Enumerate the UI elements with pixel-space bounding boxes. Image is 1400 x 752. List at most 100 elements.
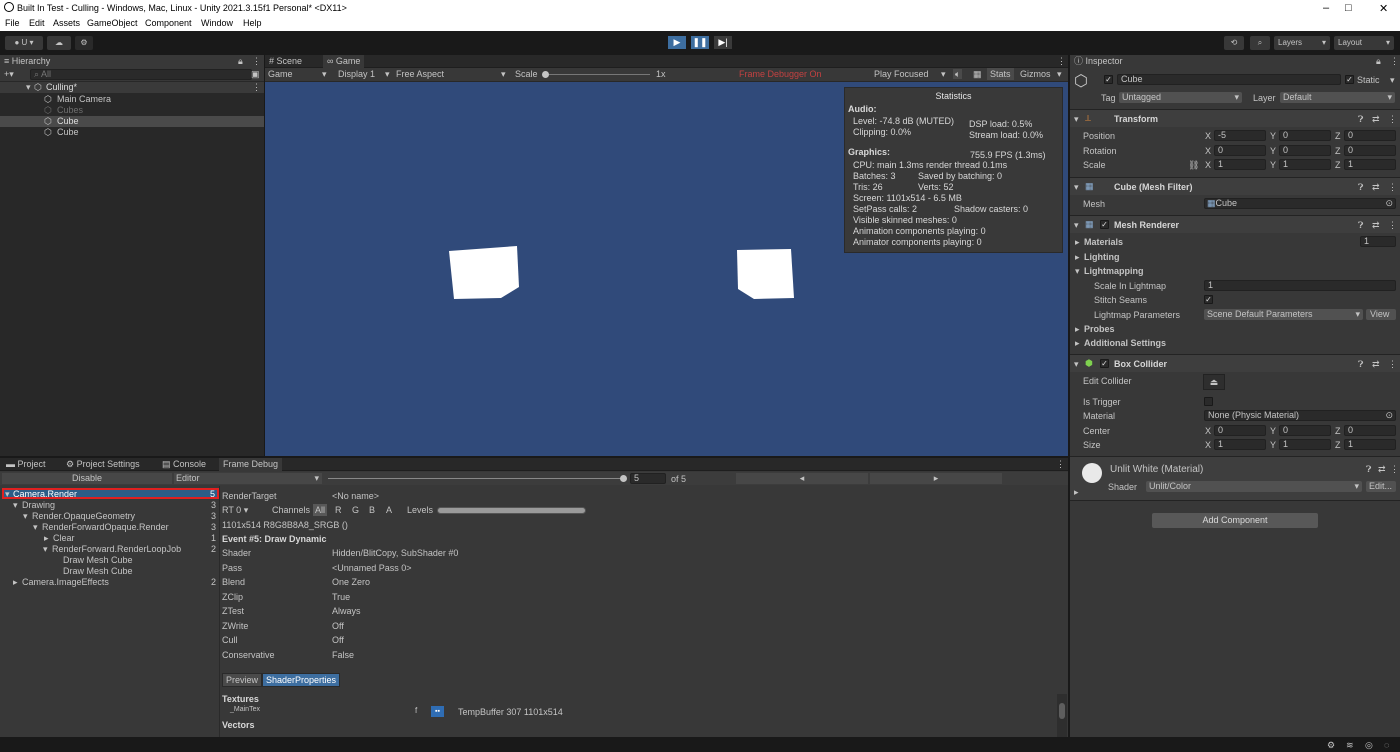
presets-icon[interactable]: ⇄	[1372, 220, 1380, 230]
tree-row[interactable]: ▾ Render.OpaqueGeometry 3	[0, 511, 219, 522]
size-x-field[interactable]: 1	[1214, 439, 1266, 450]
channel-a-button[interactable]: A	[386, 505, 392, 515]
menu-file[interactable]: File	[5, 18, 20, 28]
mesh-field[interactable]: ▦Cube ⊙	[1204, 198, 1396, 209]
tree-row[interactable]: ▾ Drawing 3	[0, 500, 219, 511]
position-y-field[interactable]: 0	[1279, 130, 1331, 141]
help-icon[interactable]: ❓︎	[1358, 114, 1363, 124]
kebab-menu-icon[interactable]: ⋮	[1388, 182, 1397, 192]
scale-in-lightmap-field[interactable]: 1	[1204, 280, 1396, 291]
tab-hierarchy[interactable]: ≡ Hierarchy	[0, 55, 264, 68]
minimize-button[interactable]: –	[1323, 2, 1329, 14]
layer-dropdown[interactable]: Default ▾	[1280, 92, 1395, 103]
lightmapping-foldout[interactable]: Lightmapping	[1084, 266, 1144, 276]
menu-assets[interactable]: Assets	[53, 18, 80, 28]
mesh-filter-header[interactable]: ▾ ▦ Cube (Mesh Filter) ❓︎ ⇄ ⋮	[1070, 177, 1400, 195]
progress-icon[interactable]: ◌	[1384, 740, 1389, 750]
kebab-menu-icon[interactable]: ⋮	[1388, 220, 1397, 230]
kebab-menu-icon[interactable]: ⋮	[1056, 459, 1065, 469]
is-trigger-checkbox[interactable]	[1204, 397, 1213, 406]
hierarchy-item[interactable]: ⬡ Cubes	[0, 105, 264, 116]
step-button[interactable]: ▶|	[714, 36, 732, 49]
scrollbar-thumb[interactable]	[1059, 703, 1065, 719]
history-icon[interactable]: ⟲	[1224, 36, 1244, 50]
active-checkbox[interactable]: ✓	[1104, 75, 1113, 84]
display-dropdown[interactable]: Display 1	[338, 69, 375, 79]
channel-b-button[interactable]: B	[369, 505, 375, 515]
center-x-field[interactable]: 0	[1214, 425, 1266, 436]
scene-header[interactable]: ▾ ⬡ Culling* ⋮	[0, 82, 264, 93]
game-viewport[interactable]: Statistics Audio: Level: -74.8 dB (MUTED…	[265, 82, 1068, 456]
tab-console[interactable]: ▤ Console	[158, 458, 210, 471]
rotation-z-field[interactable]: 0	[1344, 145, 1396, 156]
tree-row-camera-render[interactable]: ▾ Camera.Render 5	[2, 488, 219, 499]
edit-collider-button[interactable]: ⏏	[1203, 374, 1225, 390]
add-component-button[interactable]: Add Component	[1152, 513, 1318, 528]
lock-icon[interactable]: 🔒︎	[238, 56, 243, 66]
tab-inspector[interactable]: ⓘ Inspector	[1070, 55, 1400, 68]
auto-generate-lighting-icon[interactable]: ◎	[1365, 740, 1373, 750]
target-dropdown[interactable]: Editor ▾	[174, 473, 322, 484]
account-button[interactable]: ● U ▾	[5, 36, 43, 50]
next-event-button[interactable]: ▸	[870, 473, 1002, 484]
tree-row[interactable]: ▾ RenderForwardOpaque.Render 3	[0, 522, 219, 533]
lighting-foldout[interactable]: Lighting	[1084, 252, 1120, 262]
view-button[interactable]: View	[1366, 309, 1396, 320]
debug-icon[interactable]: ⚙	[1327, 740, 1335, 750]
menu-window[interactable]: Window	[201, 18, 233, 28]
cache-icon[interactable]: ≋	[1346, 740, 1354, 750]
kebab-menu-icon[interactable]: ⋮	[252, 56, 261, 66]
size-y-field[interactable]: 1	[1279, 439, 1331, 450]
menu-help[interactable]: Help	[243, 18, 262, 28]
disable-button[interactable]: Disable	[2, 473, 172, 484]
scene-visibility-icon[interactable]: ▣	[251, 69, 260, 79]
tree-row[interactable]: ▾ RenderForward.RenderLoopJob 2	[0, 544, 219, 555]
static-checkbox[interactable]: ✓	[1345, 75, 1354, 84]
aspect-dropdown[interactable]: Free Aspect	[396, 69, 444, 79]
display-mode-dropdown[interactable]: Game	[268, 69, 293, 79]
shader-dropdown[interactable]: Unlit/Color ▾	[1146, 481, 1362, 492]
menu-edit[interactable]: Edit	[29, 18, 45, 28]
stitch-seams-checkbox[interactable]: ✓	[1204, 295, 1213, 304]
rotation-y-field[interactable]: 0	[1279, 145, 1331, 156]
hierarchy-item-selected[interactable]: ⬡ Cube	[0, 116, 264, 127]
pause-button[interactable]: ❚❚	[691, 36, 709, 49]
scale-slider-track[interactable]	[544, 74, 650, 75]
collab-icon[interactable]: ⚙	[75, 36, 93, 50]
box-collider-header[interactable]: ▾ ⬢ ✓ Box Collider ❓︎ ⇄ ⋮	[1070, 354, 1400, 372]
tree-row[interactable]: Draw Mesh Cube	[0, 555, 219, 566]
texture-swatch-icon[interactable]: ▪▪	[431, 706, 444, 717]
event-index-field[interactable]: 5	[630, 473, 666, 484]
edit-shader-button[interactable]: Edit...	[1366, 481, 1396, 492]
help-icon[interactable]: ❓︎	[1366, 464, 1371, 474]
center-z-field[interactable]: 0	[1344, 425, 1396, 436]
scale-x-field[interactable]: 1	[1214, 159, 1266, 170]
mesh-renderer-header[interactable]: ▾ ▦ ✓ Mesh Renderer ❓︎ ⇄ ⋮	[1070, 215, 1400, 233]
tab-scene[interactable]: # Scene	[265, 55, 306, 68]
close-button[interactable]: ✕	[1379, 2, 1388, 15]
cloud-icon[interactable]: ☁	[47, 36, 71, 50]
rt-dropdown[interactable]: RT 0 ▾	[222, 504, 260, 516]
tag-dropdown[interactable]: Untagged ▾	[1119, 92, 1242, 103]
event-slider-handle[interactable]	[620, 475, 627, 482]
grid-icon[interactable]: ▦	[973, 69, 982, 79]
kebab-menu-icon[interactable]: ⋮	[252, 82, 261, 93]
collider-material-field[interactable]: None (Physic Material) ⊙	[1204, 410, 1396, 421]
mesh-renderer-enabled-checkbox[interactable]: ✓	[1100, 220, 1109, 229]
mute-audio-icon[interactable]: 🔈︎	[953, 69, 963, 79]
kebab-menu-icon[interactable]: ⋮	[1388, 359, 1397, 369]
link-scale-icon[interactable]: ⛓	[1188, 160, 1199, 170]
tab-project[interactable]: ▬ Project	[2, 458, 50, 471]
play-focused-dropdown[interactable]: Play Focused	[874, 69, 929, 79]
tab-preview[interactable]: Preview	[222, 673, 263, 687]
object-picker-icon[interactable]: ⊙	[1385, 199, 1393, 208]
chevron-down-icon[interactable]: ▾	[1390, 75, 1395, 85]
levels-slider[interactable]	[437, 507, 586, 514]
size-z-field[interactable]: 1	[1344, 439, 1396, 450]
lightmap-parameters-dropdown[interactable]: Scene Default Parameters ▾	[1204, 309, 1363, 320]
presets-icon[interactable]: ⇄	[1372, 114, 1380, 124]
presets-icon[interactable]: ⇄	[1378, 464, 1386, 474]
event-slider-track[interactable]	[328, 478, 624, 479]
channel-all-button[interactable]: All	[313, 504, 328, 516]
tree-row[interactable]: Draw Mesh Cube	[0, 566, 219, 577]
